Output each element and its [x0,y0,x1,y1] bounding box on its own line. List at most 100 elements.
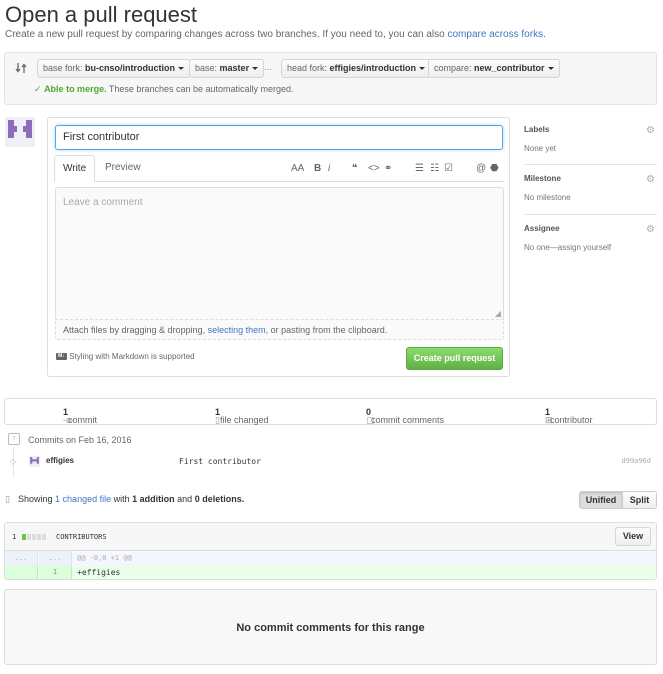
tab-write[interactable]: Write [54,155,95,182]
files-stat[interactable]: ▯ 1 file changed [215,407,269,425]
caret-down-icon [547,67,554,71]
diff-summary: Showing 1 changed file with 1 addition a… [18,494,244,504]
task-list-icon[interactable]: ☑ [444,163,453,174]
italic-icon[interactable]: i [328,163,330,174]
changed-files-link[interactable]: 1 changed file [55,494,111,504]
title-input[interactable]: First contributor [55,125,503,150]
comment-textarea[interactable]: Leave a comment ◢ [55,187,504,320]
base-label: base: [195,63,218,73]
unified-button[interactable]: Unified [580,492,623,508]
caret-down-icon [178,67,185,71]
file-diff-icon: ▯ [5,494,10,504]
sidebar-labels: Labels ⚙ None yet [524,125,657,165]
sidebar-assignee: Assignee ⚙ No one—assign yourself [524,224,657,254]
commit-row: ◇ effigies First contributor d99a96d [4,455,657,470]
bold-icon[interactable]: B [314,163,321,174]
mention-icon[interactable]: @ [476,163,486,174]
text-size-icon[interactable]: AA [291,163,304,174]
milestone-title: Milestone [524,174,561,183]
labels-title: Labels [524,125,550,134]
compare-range-panel: base fork: bu-cnso/introduction base: ma… [4,52,657,105]
gear-icon[interactable]: ⚙ [646,125,655,136]
pr-stats-bar: -o- 1 commit ▯ 1 file changed ▢ 0 commit … [4,398,657,425]
hunk-header-row: ... ... @@ -0,0 +1 @@ [5,551,656,566]
compare-arrows-icon [15,62,27,77]
addition-line: 1 +effigies [5,566,656,579]
commit-author-avatar [29,456,40,467]
quote-icon[interactable]: ❝ [352,163,357,174]
saved-reply-icon[interactable]: ⬣ [490,163,499,174]
deletions-count: 0 deletions. [194,494,245,504]
and-label: and [177,494,193,504]
compare-across-forks-link[interactable]: compare across forks [447,29,543,40]
head-fork-select[interactable]: head fork: effigies/introduction [281,59,432,78]
base-fork-label: base fork: [43,63,83,73]
markdown-note[interactable]: M↓ Styling with Markdown is supported [56,352,195,361]
files-label: file changed [220,415,269,425]
new-line-num[interactable]: 1 [39,566,72,579]
commits-date-header: Commits on Feb 16, 2016 [28,435,132,445]
tab-preview[interactable]: Preview [97,155,149,182]
commit-author[interactable]: effigies [46,456,74,465]
diff-view-toggle: Unified Split [579,491,657,509]
with-label: with [113,494,130,504]
attach-files-bar[interactable]: Attach files by dragging & dropping, sel… [55,319,504,340]
contributors-stat[interactable]: ⊞ 1 contributor [545,407,593,425]
compare-label: compare: [434,63,472,73]
page-title: Open a pull request [5,2,198,27]
link-icon[interactable]: ⚭ [384,163,392,174]
commit-message[interactable]: First contributor [179,457,261,466]
check-icon: ✓ [34,84,42,94]
comments-stat[interactable]: ▢ 0 commit comments [366,407,444,425]
markdown-icon: M↓ [56,353,67,361]
comments-label: commit comments [371,415,445,425]
old-line-num [5,566,38,579]
hunk-left-num[interactable]: ... [5,551,38,566]
base-value: master [219,63,250,73]
hunk-right-num[interactable]: ... [39,551,72,566]
merge-status: ✓ Able to merge. These branches can be a… [34,84,294,95]
commits-label: commit [68,415,98,425]
caret-down-icon [252,67,259,71]
file-name[interactable]: CONTRIBUTORS [56,533,107,541]
base-fork-select[interactable]: base fork: bu-cnso/introduction [37,59,191,78]
commits-stat[interactable]: -o- 1 commit [63,407,97,425]
page-subtitle: Create a new pull request by comparing c… [5,29,546,40]
pull-request-form: First contributor Write Preview AA B i ❝… [47,117,510,377]
merge-ok-text: Able to merge. [44,84,107,94]
hunk-header: @@ -0,0 +1 @@ [77,554,132,562]
showing-label: Showing [18,494,53,504]
avatar [5,117,35,147]
avatar-identicon [8,120,32,138]
diffstat-bar [22,534,46,542]
file-header: 1 CONTRIBUTORS View [5,523,656,551]
markdown-note-text: Styling with Markdown is supported [69,352,195,361]
view-file-button[interactable]: View [615,527,651,546]
subtitle-text: Create a new pull request by comparing c… [5,29,445,40]
resize-handle-icon[interactable]: ◢ [495,309,501,318]
milestone-value: No milestone [524,193,571,202]
commit-node-icon: ◇ [10,457,17,466]
split-button[interactable]: Split [623,492,656,508]
code-icon[interactable]: <> [368,163,380,174]
caret-down-icon [419,67,426,71]
commit-sha[interactable]: d99a96d [621,457,651,465]
unordered-list-icon[interactable]: ☰ [415,163,424,174]
create-pull-request-button[interactable]: Create pull request [406,347,503,370]
attach-suffix: , or pasting from the clipboard. [265,325,388,335]
attach-prefix: Attach files by dragging & dropping, [63,325,206,335]
select-files-link[interactable]: selecting them [208,325,266,335]
base-fork-value: bu-cnso/introduction [85,63,176,73]
compare-branch-select[interactable]: compare: new_contributor [428,59,560,78]
assignee-value[interactable]: No one—assign yourself [524,243,657,252]
diff-line-count: 1 [12,533,17,541]
file-diff: 1 CONTRIBUTORS View ... ... @@ -0,0 +1 @… [4,522,657,580]
contributors-label: contributor [550,415,593,425]
gear-icon[interactable]: ⚙ [646,224,655,235]
labels-value: None yet [524,144,557,153]
range-dots: ... [264,62,273,73]
ordered-list-icon[interactable]: ☷ [430,163,439,174]
gear-icon[interactable]: ⚙ [646,174,655,185]
base-branch-select[interactable]: base: master [189,59,265,78]
head-fork-value: effigies/introduction [329,63,417,73]
